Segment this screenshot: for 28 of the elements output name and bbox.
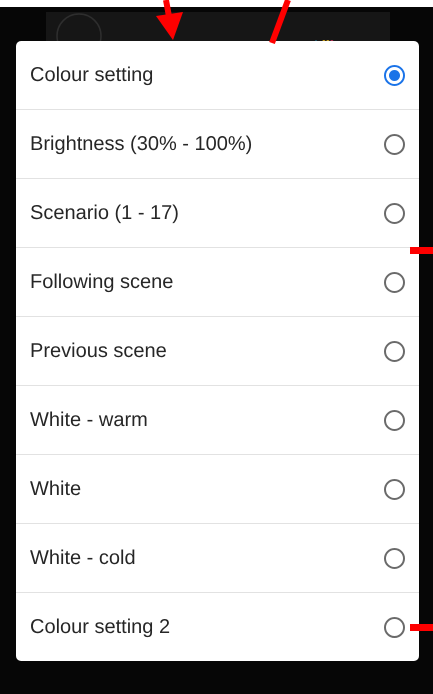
radio-button[interactable] <box>384 134 405 154</box>
option-label: Colour setting 2 <box>30 616 170 638</box>
radio-button[interactable] <box>384 272 405 292</box>
radio-button[interactable] <box>384 410 405 430</box>
option-row[interactable]: Colour setting 2 <box>16 593 419 661</box>
radio-button[interactable] <box>384 64 405 86</box>
radio-button[interactable] <box>384 340 405 362</box>
radio-button[interactable] <box>384 548 405 568</box>
option-row[interactable]: White - cold <box>16 524 419 593</box>
leader-line <box>269 0 291 44</box>
option-label: White <box>30 478 82 500</box>
option-label: Brightness (30% - 100%) <box>30 132 252 156</box>
option-row[interactable]: Brightness (30% - 100%) <box>16 110 419 179</box>
arrow-drawing <box>156 0 183 40</box>
option-row[interactable]: Scenario (1 - 17) <box>16 179 419 248</box>
option-row[interactable]: Colour setting <box>16 41 419 110</box>
radio-button[interactable] <box>384 478 405 500</box>
radio-button[interactable] <box>384 616 405 638</box>
option-label: Following scene <box>30 270 174 294</box>
option-label: White - cold <box>30 546 136 570</box>
option-label: Previous scene <box>30 340 167 362</box>
option-row[interactable]: Previous scene <box>16 317 419 386</box>
option-label: White - warm <box>30 408 148 432</box>
option-label: Scenario (1 - 17) <box>30 202 179 224</box>
option-row[interactable]: White <box>16 455 419 524</box>
option-row[interactable]: White - warm <box>16 386 419 455</box>
option-label: Colour setting <box>30 64 154 86</box>
radio-button[interactable] <box>384 202 405 224</box>
